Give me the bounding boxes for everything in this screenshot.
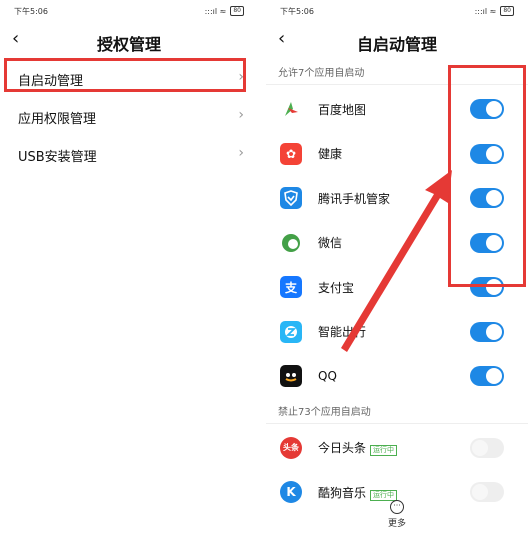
map-pin-icon bbox=[280, 98, 302, 121]
wechat-icon bbox=[280, 231, 302, 254]
left-screen: 下午5:06 :::ıl ≈ 80 ‹ 授权管理 自启动管理 › 应用权限管理 … bbox=[0, 0, 258, 539]
chevron-right-icon: › bbox=[238, 69, 244, 85]
app-row: 头条 今日头条 运行中 bbox=[266, 426, 528, 471]
autostart-toggle[interactable] bbox=[470, 366, 504, 387]
running-badge: 运行中 bbox=[370, 445, 398, 457]
page-title: 授权管理 bbox=[96, 35, 161, 54]
allowed-section-header: 允许7个应用自启动 bbox=[278, 68, 365, 79]
chevron-right-icon: › bbox=[238, 145, 244, 161]
shield-icon bbox=[280, 187, 302, 210]
menu-item-usb-install[interactable]: USB安装管理 › bbox=[0, 136, 258, 174]
status-bar: 下午5:06 :::ıl ≈ 80 bbox=[0, 0, 258, 22]
app-row: 腾讯手机管家 bbox=[266, 176, 528, 221]
alipay-icon: 支 bbox=[280, 276, 302, 299]
more-button[interactable]: ··· 更多 bbox=[266, 500, 528, 529]
title-bar: ‹ 自启动管理 bbox=[266, 22, 528, 60]
status-time: 下午5:06 bbox=[14, 6, 48, 16]
menu-item-autostart[interactable]: 自启动管理 › bbox=[0, 60, 258, 98]
app-row: ✿ 健康 bbox=[266, 132, 528, 177]
autostart-toggle[interactable] bbox=[470, 277, 504, 298]
menu-item-label: 应用权限管理 bbox=[18, 111, 97, 127]
signal-wifi-icon: :::ıl ≈ bbox=[474, 6, 497, 16]
app-row: 智能出行 bbox=[266, 310, 528, 355]
menu-item-app-permissions[interactable]: 应用权限管理 › bbox=[0, 98, 258, 136]
autostart-toggle[interactable] bbox=[470, 437, 504, 458]
autostart-toggle[interactable] bbox=[470, 99, 504, 120]
travel-icon bbox=[280, 320, 302, 343]
app-row: 百度地图 bbox=[266, 87, 528, 132]
app-row: QQ bbox=[266, 354, 528, 399]
signal-wifi-icon: :::ıl ≈ bbox=[204, 6, 227, 16]
more-icon: ··· bbox=[390, 500, 404, 514]
page-title: 自启动管理 bbox=[356, 35, 437, 54]
autostart-toggle[interactable] bbox=[470, 232, 504, 253]
qq-icon bbox=[280, 365, 302, 388]
menu-item-label: USB安装管理 bbox=[18, 149, 97, 165]
app-row: 支 支付宝 bbox=[266, 265, 528, 310]
chevron-right-icon: › bbox=[238, 107, 244, 123]
battery-icon: 80 bbox=[230, 6, 244, 16]
forbidden-section-header: 禁止73个应用自启动 bbox=[278, 406, 371, 418]
autostart-toggle[interactable] bbox=[470, 188, 504, 209]
status-time: 下午5:06 bbox=[280, 6, 314, 16]
menu-item-label: 自启动管理 bbox=[18, 73, 84, 89]
toutiao-icon: 头条 bbox=[280, 436, 302, 459]
status-bar: 下午5:06 :::ıl ≈ 80 bbox=[266, 0, 528, 22]
title-bar: ‹ 授权管理 bbox=[0, 22, 258, 60]
app-row: 微信 bbox=[266, 221, 528, 266]
health-icon: ✿ bbox=[280, 142, 302, 165]
autostart-toggle[interactable] bbox=[470, 143, 504, 164]
battery-icon: 80 bbox=[500, 6, 514, 16]
right-screen: 下午5:06 :::ıl ≈ 80 ‹ 自启动管理 允许7个应用自启动 百度地图… bbox=[266, 0, 528, 539]
autostart-toggle[interactable] bbox=[470, 321, 504, 342]
